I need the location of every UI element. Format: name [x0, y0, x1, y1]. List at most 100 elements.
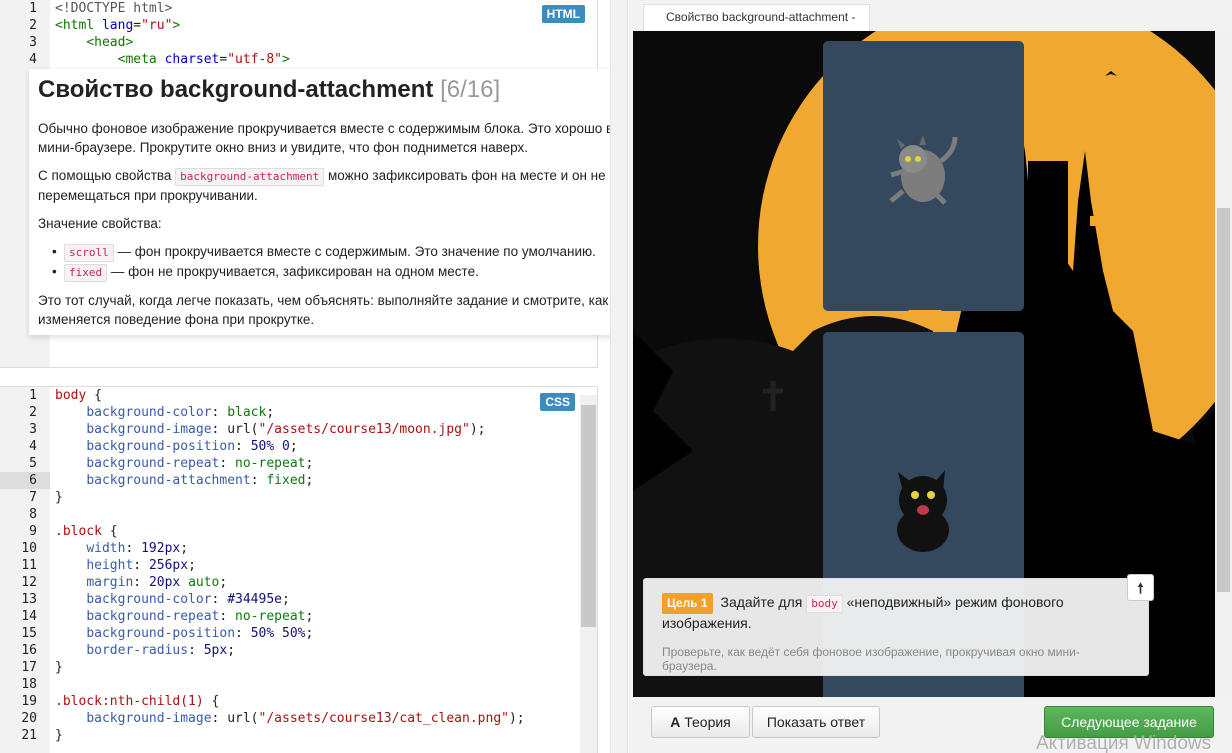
line-number: 17	[21, 660, 37, 675]
code-text[interactable]: }	[55, 727, 63, 744]
code-token: border-radius	[86, 643, 189, 658]
preview-scrollbar[interactable]	[1215, 31, 1232, 697]
code-line[interactable]: 8	[0, 506, 598, 523]
theory-paragraph-2: С помощью свойства background-attachment…	[38, 166, 663, 205]
arrow-up-icon: 🠕	[1137, 580, 1144, 596]
code-text[interactable]: background-image: url("/assets/course13/…	[55, 421, 486, 438]
code-text[interactable]: .block {	[55, 523, 118, 540]
code-text[interactable]: background-repeat: no-repeat;	[55, 608, 313, 625]
code-text[interactable]: background-position: 50% 0;	[55, 438, 297, 455]
theory-button-label: Теория	[684, 714, 731, 730]
code-line[interactable]: 10 width: 192px;	[0, 540, 598, 557]
preview-tab[interactable]: Свойство background-attachment -	[643, 4, 870, 31]
code-line[interactable]: 11 height: 256px;	[0, 557, 598, 574]
code-token: ;	[305, 473, 314, 488]
code-text[interactable]: background-repeat: no-repeat;	[55, 455, 313, 472]
code-line[interactable]: 16 border-radius: 5px;	[0, 642, 598, 659]
theory-title-text: Свойство background-attachment	[38, 76, 434, 103]
code-text[interactable]: <meta charset="utf-8">	[55, 51, 290, 68]
code-token: background-position	[86, 626, 236, 641]
line-number: 21	[21, 728, 37, 743]
code-token: {	[203, 694, 220, 709]
code-text[interactable]: width: 192px;	[55, 540, 188, 557]
p2-text-before: С помощью свойства	[38, 168, 172, 183]
code-text[interactable]: <html lang="ru">	[55, 17, 180, 34]
show-answer-button[interactable]: Показать ответ	[752, 706, 880, 738]
code-line[interactable]: 21}	[0, 727, 598, 744]
code-text[interactable]: background-image: url("/assets/course13/…	[55, 710, 525, 727]
code-line[interactable]: 7}	[0, 489, 598, 506]
code-text[interactable]: <head>	[55, 34, 133, 51]
code-token: ;	[180, 541, 189, 556]
html-badge: HTML	[541, 5, 585, 23]
code-line[interactable]: 1 <!DOCTYPE html>	[0, 0, 598, 17]
list-item: scroll — фон прокручивается вместе с сод…	[52, 242, 663, 262]
code-line[interactable]: 3 <head>	[0, 34, 598, 51]
theory-paragraph-4: Это тот случай, когда легче показать, че…	[38, 293, 609, 327]
code-line[interactable]: 3 background-image: url("/assets/course1…	[0, 421, 598, 438]
code-token: body	[55, 388, 87, 403]
code-line[interactable]: 5 background-repeat: no-repeat;	[0, 455, 598, 472]
code-line[interactable]: 4 background-position: 50% 0;	[0, 438, 598, 455]
code-text[interactable]: body {	[55, 387, 102, 404]
code-token: <head>	[86, 35, 134, 50]
code-token: .block	[55, 524, 102, 539]
code-line[interactable]: 9 .block {	[0, 523, 598, 540]
code-text[interactable]: .block:nth-child(1) {	[55, 693, 219, 710]
next-task-label: Следующее задание	[1061, 714, 1197, 730]
line-number: 16	[21, 643, 37, 658]
code-text[interactable]: margin: 20px auto;	[55, 574, 227, 591]
code-token: :	[125, 541, 142, 556]
collapse-goal-button[interactable]: 🠕	[1127, 574, 1154, 601]
code-token: >	[282, 52, 290, 67]
code-line[interactable]: 6 background-attachment: fixed;	[0, 472, 598, 489]
code-line[interactable]: 15 background-position: 50% 50%;	[0, 625, 598, 642]
line-number: 1	[29, 388, 37, 403]
code-line[interactable]: 12 margin: 20px auto;	[0, 574, 598, 591]
code-line[interactable]: 20 background-image: url("/assets/course…	[0, 710, 598, 727]
code-text[interactable]: border-radius: 5px;	[55, 642, 235, 659]
code-line[interactable]: 4 <meta charset="utf-8">	[0, 51, 598, 68]
code-token: );	[469, 422, 486, 437]
code-text[interactable]: background-attachment: fixed;	[55, 472, 313, 489]
css-editor[interactable]: 1 body {2 background-color: black; 3 backg…	[0, 386, 598, 753]
line-number: 4	[29, 439, 37, 454]
code-token: ;	[305, 609, 314, 624]
panel-divider[interactable]	[610, 0, 628, 753]
code-token: );	[508, 711, 525, 726]
code-text[interactable]: background-color: black;	[55, 404, 274, 421]
code-text[interactable]: background-position: 50% 50%;	[55, 625, 313, 642]
code-text[interactable]: }	[55, 659, 63, 676]
code-line[interactable]: 2 <html lang="ru">	[0, 17, 598, 34]
code-line[interactable]: 14 background-repeat: no-repeat;	[0, 608, 598, 625]
line-number: 7	[29, 490, 37, 505]
code-line[interactable]: 18	[0, 676, 598, 693]
code-text[interactable]: height: 256px;	[55, 557, 196, 574]
css-scroll-thumb[interactable]	[581, 405, 596, 627]
code-text[interactable]: <!DOCTYPE html>	[55, 0, 172, 17]
code-line[interactable]: 17}	[0, 659, 598, 676]
code-line[interactable]: 13 background-color: #34495e;	[0, 591, 598, 608]
code-token: 20px	[148, 575, 181, 590]
preview-scroll-thumb[interactable]	[1217, 208, 1230, 592]
line-number: 4	[29, 52, 37, 67]
css-scrollbar[interactable]	[580, 395, 597, 753]
code-line[interactable]: 2 background-color: black;	[0, 404, 598, 421]
inline-code: fixed	[64, 264, 108, 282]
goal-text: Цель 1 Задайте для body «неподвижный» ре…	[662, 593, 1132, 633]
code-token: "/assets/course13/moon.jpg"	[258, 422, 470, 437]
inline-code: scroll	[64, 244, 114, 262]
code-line[interactable]: 1 body {	[0, 387, 598, 404]
line-number: 13	[21, 592, 37, 607]
code-token: =	[133, 18, 142, 33]
code-line[interactable]: 19 .block:nth-child(1) {	[0, 693, 598, 710]
code-token: auto	[188, 575, 220, 590]
code-token: black	[227, 405, 267, 420]
code-text[interactable]: }	[55, 489, 63, 506]
theory-button[interactable]: A Теория	[651, 706, 750, 738]
code-text[interactable]: background-color: #34495e;	[55, 591, 290, 608]
